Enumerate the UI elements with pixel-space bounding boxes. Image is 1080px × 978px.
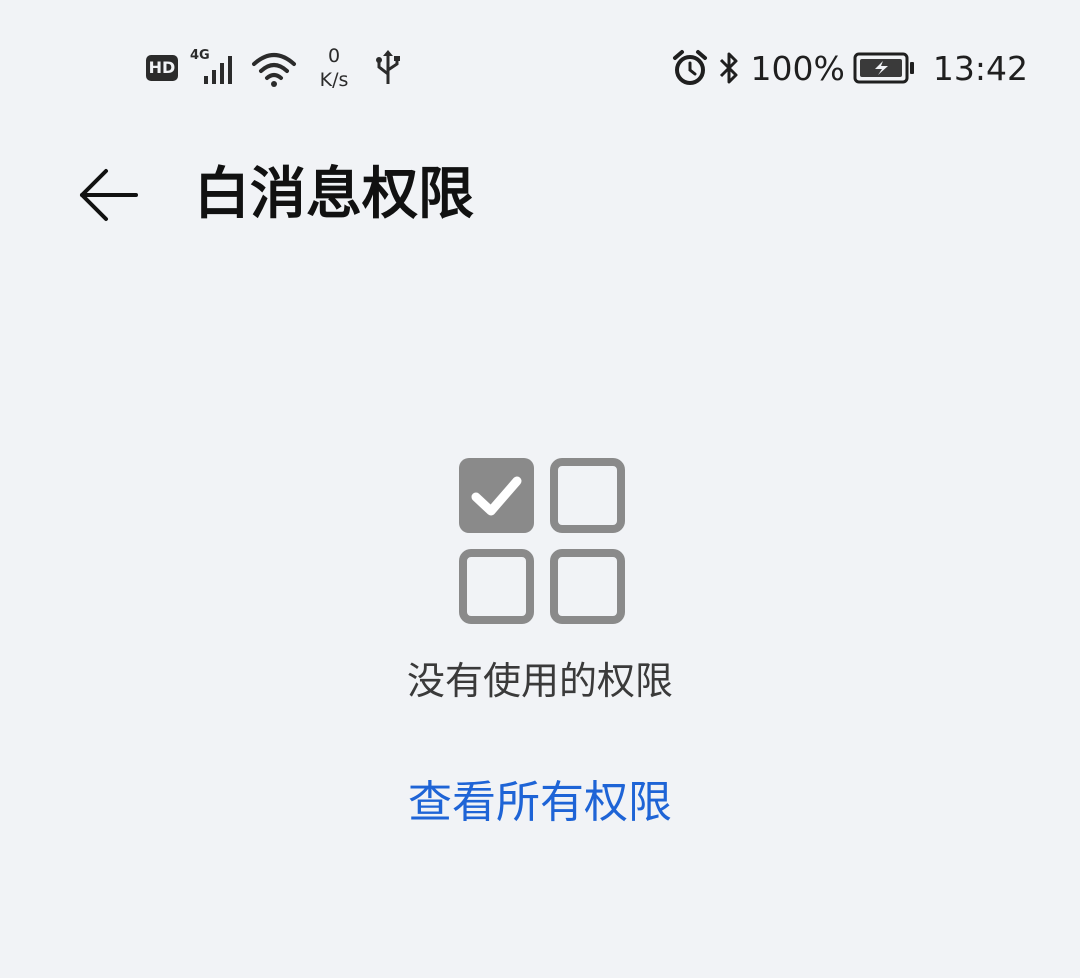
status-bar: HD 4G 0 K/s 100% 13:42 xyxy=(0,0,1080,130)
network-speed-value: 0 xyxy=(327,45,341,67)
arrow-left-icon xyxy=(80,169,138,221)
battery-charging-icon xyxy=(853,52,914,84)
battery-percentage: 100% xyxy=(750,48,845,88)
status-bar-left: HD 4G 0 K/s xyxy=(146,40,402,96)
network-speed-unit: K/s xyxy=(319,69,349,91)
page-title: 白消息权限 xyxy=(194,162,474,227)
back-button[interactable] xyxy=(70,160,144,230)
wifi-icon xyxy=(252,53,296,87)
bluetooth-icon xyxy=(719,52,738,84)
status-bar-right: 100% 13:42 xyxy=(671,40,1028,96)
title-bar: 白消息权限 xyxy=(0,150,1080,240)
network-speed: 0 K/s xyxy=(314,44,354,92)
view-all-permissions-link[interactable]: 查看所有权限 xyxy=(390,770,690,836)
empty-state-message: 没有使用的权限 xyxy=(406,659,673,703)
hd-icon: HD xyxy=(146,55,178,81)
signal-bars xyxy=(204,56,232,84)
signal-icon: 4G xyxy=(190,48,236,88)
alarm-icon xyxy=(672,50,707,85)
usb-icon xyxy=(376,50,400,84)
status-time: 13:42 xyxy=(932,48,1028,88)
permission-grid-icon xyxy=(459,458,625,624)
